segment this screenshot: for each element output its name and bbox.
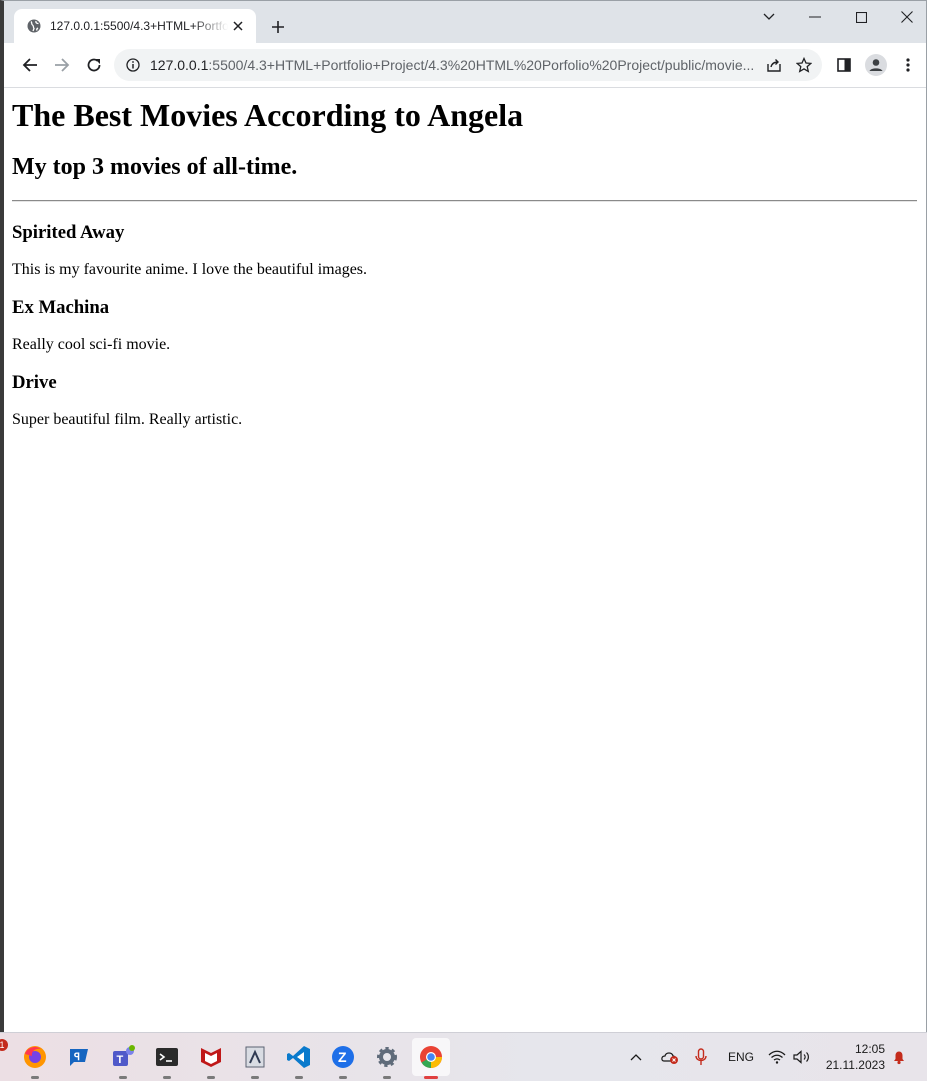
browser-tab[interactable]: 127.0.0.1:5500/4.3+HTML+Portfolio+Projec… — [14, 9, 256, 43]
movie-description: Super beautiful film. Really artistic. — [12, 411, 243, 428]
new-tab-icon[interactable] — [266, 15, 290, 39]
forward-arrow-icon[interactable] — [48, 51, 76, 79]
running-indicator — [383, 1076, 391, 1079]
divider — [12, 200, 917, 202]
back-arrow-icon[interactable] — [16, 51, 44, 79]
browser-menu-icon[interactable] — [894, 51, 922, 79]
address-bar[interactable]: 127.0.0.1:5500/4.3+HTML+Portfolio+Projec… — [114, 49, 822, 81]
firefox-icon[interactable] — [20, 1042, 50, 1079]
clock-time: 12:05 — [854, 1042, 885, 1056]
web-page: The Best Movies According to Angela My t… — [4, 88, 926, 1032]
svg-text:Z: Z — [338, 1049, 347, 1065]
terminal-icon[interactable] — [152, 1042, 182, 1079]
running-indicator — [31, 1076, 39, 1079]
wifi-icon[interactable] — [768, 1033, 786, 1081]
movie-title: Spirited Away — [12, 222, 125, 243]
onedrive-error-icon[interactable] — [660, 1033, 680, 1081]
windows-taskbar: 1 ꟼ T Z ENG 12:05 21.11.2023 — [0, 1032, 927, 1081]
movie-description: Really cool sci-fi movie. — [12, 336, 171, 353]
page-title: The Best Movies According to Angela — [12, 97, 524, 133]
tab-title: 127.0.0.1:5500/4.3+HTML+Portfolio+Projec… — [50, 19, 228, 33]
running-indicator — [251, 1076, 259, 1079]
settings-gear-icon[interactable] — [372, 1042, 402, 1079]
profile-avatar-icon[interactable] — [862, 51, 890, 79]
app-window-icon[interactable] — [240, 1042, 270, 1079]
teams-icon[interactable]: T — [108, 1042, 138, 1079]
share-icon[interactable] — [766, 57, 782, 73]
site-info-icon[interactable] — [126, 58, 140, 72]
svg-text:T: T — [117, 1054, 124, 1066]
language-indicator[interactable]: ENG — [728, 1033, 754, 1081]
microphone-icon[interactable] — [695, 1033, 707, 1081]
url-text: 127.0.0.1:5500/4.3+HTML+Portfolio+Projec… — [150, 57, 760, 73]
volume-icon[interactable] — [793, 1033, 811, 1081]
page-subtitle: My top 3 movies of all-time. — [12, 154, 298, 180]
running-indicator — [295, 1076, 303, 1079]
tab-search-chevron-icon[interactable] — [746, 1, 792, 33]
url-host: 127.0.0.1 — [150, 57, 209, 73]
zoom-icon[interactable]: Z — [328, 1042, 358, 1079]
svg-text:ꟼ: ꟼ — [74, 1052, 80, 1063]
maximize-icon[interactable] — [838, 1, 884, 33]
notification-badge: 1 — [0, 1039, 8, 1051]
running-indicator — [163, 1076, 171, 1079]
mcafee-icon[interactable] — [196, 1042, 226, 1079]
minimize-icon[interactable] — [792, 1, 838, 33]
movie-title: Ex Machina — [12, 297, 110, 318]
show-hidden-icons-chevron-icon[interactable] — [630, 1033, 642, 1081]
reload-icon[interactable] — [80, 51, 108, 79]
browser-toolbar: 127.0.0.1:5500/4.3+HTML+Portfolio+Projec… — [4, 43, 926, 88]
chat-app-icon[interactable]: ꟼ — [64, 1042, 94, 1072]
close-tab-icon[interactable] — [228, 16, 248, 36]
close-window-icon[interactable] — [884, 1, 926, 33]
side-panel-icon[interactable] — [830, 51, 858, 79]
tab-strip: 127.0.0.1:5500/4.3+HTML+Portfolio+Projec… — [4, 1, 926, 43]
active-indicator — [424, 1076, 438, 1079]
clock-date: 21.11.2023 — [825, 1058, 885, 1072]
chrome-icon[interactable] — [412, 1038, 450, 1079]
running-indicator — [339, 1076, 347, 1079]
browser-window: 127.0.0.1:5500/4.3+HTML+Portfolio+Projec… — [0, 0, 927, 1032]
notification-bell-icon[interactable] — [891, 1033, 907, 1081]
running-indicator — [207, 1076, 215, 1079]
movie-title: Drive — [12, 372, 57, 393]
url-path: :5500/4.3+HTML+Portfolio+Project/4.3%20H… — [208, 57, 755, 73]
movie-description: This is my favourite anime. I love the b… — [12, 261, 368, 278]
bookmark-star-icon[interactable] — [795, 56, 813, 73]
running-indicator — [119, 1076, 127, 1079]
system-clock[interactable]: 12:05 21.11.2023 — [826, 1041, 885, 1073]
globe-icon — [27, 19, 41, 33]
vscode-icon[interactable] — [284, 1042, 314, 1079]
